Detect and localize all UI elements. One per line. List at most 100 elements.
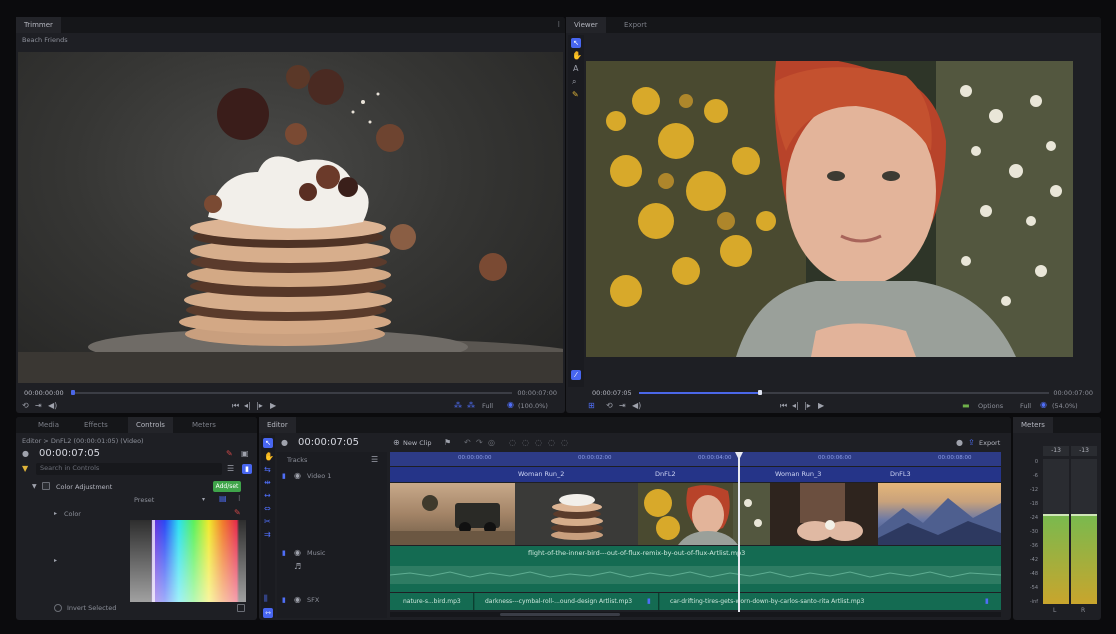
- editor-hand-tool-icon[interactable]: ✋: [264, 453, 274, 461]
- speaker-icon[interactable]: ◀): [48, 402, 57, 410]
- list-view-icon[interactable]: ☰: [227, 465, 234, 473]
- timeline-scrollbar[interactable]: [390, 612, 1001, 617]
- video-clip-title[interactable]: DnFL3: [890, 470, 911, 478]
- cluster-icon[interactable]: ⁂: [454, 402, 462, 410]
- editor-snap-icon[interactable]: ⫼: [264, 595, 268, 603]
- editor-slide-icon[interactable]: ⇔: [264, 505, 271, 513]
- tab-effects[interactable]: Effects: [76, 417, 116, 433]
- marker-icon[interactable]: ⚑: [444, 439, 451, 447]
- video-clip-thumbnail[interactable]: [770, 483, 878, 545]
- music-track-speaker-icon[interactable]: ◉: [294, 549, 301, 557]
- hand-tool-icon[interactable]: ✋: [572, 52, 582, 60]
- layout-icon[interactable]: ▣: [241, 450, 249, 458]
- pencil-red-icon[interactable]: ✎: [226, 450, 233, 458]
- grid-view-icon[interactable]: ▮: [242, 464, 252, 474]
- invert-radio[interactable]: [54, 604, 62, 612]
- viewer-step-back-icon[interactable]: ◂|: [792, 402, 799, 410]
- tracks-menu-icon[interactable]: ☰: [371, 456, 378, 464]
- video-clip-thumbnail[interactable]: [515, 483, 638, 545]
- skip-back-icon[interactable]: ⏮: [232, 402, 239, 410]
- video-clip-title[interactable]: Woman Run_2: [518, 470, 564, 478]
- trimmer-scrubber-handle[interactable]: [71, 390, 75, 395]
- viewer-loop-icon[interactable]: ⟲: [606, 402, 613, 410]
- tool-a-icon[interactable]: ◌: [509, 439, 516, 447]
- redo-icon[interactable]: ↷: [476, 439, 483, 447]
- tab-viewer[interactable]: Viewer: [566, 17, 606, 33]
- preset-save-icon[interactable]: ▤: [219, 495, 227, 503]
- new-clip-icon[interactable]: ⊕: [393, 439, 400, 447]
- editor-select-tool-icon[interactable]: ↖: [263, 438, 273, 448]
- video-clip-thumbnail[interactable]: [638, 483, 770, 545]
- magnifier-tool-icon[interactable]: ⌕: [572, 78, 576, 86]
- music-track-lock-icon[interactable]: ▮: [282, 549, 286, 557]
- timeline-scrollbar-thumb[interactable]: [500, 613, 620, 616]
- viewer-mark-icon[interactable]: ⇥: [619, 402, 626, 410]
- editor-ripple-icon[interactable]: ⇆: [264, 466, 271, 474]
- sfx-clip[interactable]: nature-s...bird.mp3: [390, 593, 474, 610]
- sfx-track-lock-icon[interactable]: ▮: [282, 596, 286, 604]
- viewer-step-forward-icon[interactable]: |▸: [804, 402, 811, 410]
- new-clip-button[interactable]: New Clip: [403, 439, 432, 447]
- tool-d-icon[interactable]: ◌: [548, 439, 555, 447]
- video-clip-thumbnail[interactable]: [878, 483, 1001, 545]
- sfx-track-speaker-icon[interactable]: ◉: [294, 596, 301, 604]
- playhead[interactable]: [738, 452, 740, 612]
- video-clip-title[interactable]: DnFL2: [655, 470, 676, 478]
- tool-e-icon[interactable]: ◌: [561, 439, 568, 447]
- video-track-eye-icon[interactable]: ◉: [294, 472, 301, 480]
- tab-media[interactable]: Media: [30, 417, 67, 433]
- viewer-quality-select[interactable]: Full: [1020, 402, 1031, 410]
- effect-expand-icon[interactable]: ▼: [32, 483, 37, 491]
- timeline-ruler[interactable]: 00:00:00:00 00:00:02:00 00:00:04:00 00:0…: [390, 452, 1001, 466]
- text-tool-icon[interactable]: A: [573, 65, 578, 73]
- help-icon[interactable]: ●: [956, 439, 963, 447]
- viewer-zoom-icon[interactable]: ◉: [1040, 401, 1047, 409]
- panel-menu-icon[interactable]: ⁝: [557, 21, 560, 29]
- mark-in-icon[interactable]: ⇥: [35, 402, 42, 410]
- clip-name-tab[interactable]: Beach Friends: [22, 36, 68, 44]
- video-track-lock-icon[interactable]: ▮: [282, 472, 286, 480]
- editor-razor-icon[interactable]: ✂: [264, 518, 271, 526]
- export-icon[interactable]: ⇪: [968, 439, 975, 447]
- select-tool-icon[interactable]: ↖: [571, 38, 581, 48]
- zoom-select[interactable]: (100.0%): [518, 402, 548, 410]
- invert-checkbox[interactable]: [237, 604, 245, 612]
- preset-dropdown-icon[interactable]: ▾: [202, 496, 205, 504]
- effect-checkbox[interactable]: [42, 482, 50, 490]
- tab-controls[interactable]: Controls: [128, 417, 173, 433]
- music-track-fx-icon[interactable]: ♬: [294, 563, 301, 571]
- viewer-skip-back-icon[interactable]: ⏮: [780, 402, 787, 410]
- step-back-icon[interactable]: ◂|: [244, 402, 251, 410]
- video-clip-thumbnail[interactable]: [390, 483, 515, 545]
- video-clip-title[interactable]: Woman Run_3: [775, 470, 821, 478]
- undo-icon[interactable]: ↶: [464, 439, 471, 447]
- editor-slip-icon[interactable]: ↔: [264, 492, 271, 500]
- loop-icon[interactable]: ⟲: [22, 402, 29, 410]
- music-clip[interactable]: flight-of-the-inner-bird---out-of-flux-r…: [390, 546, 1001, 592]
- editor-link-icon[interactable]: ⇿: [263, 608, 273, 618]
- editor-roll-icon[interactable]: ⇹: [264, 479, 271, 487]
- editor-track-select-icon[interactable]: ⇉: [264, 531, 271, 539]
- tab-trimmer[interactable]: Trimmer: [16, 17, 61, 33]
- pen-tool-icon[interactable]: ✎: [572, 91, 579, 99]
- viewer-expand-icon[interactable]: ⊞: [588, 402, 595, 410]
- viewer-options-button[interactable]: Options: [978, 402, 1003, 410]
- trimmer-scrubber-track[interactable]: [72, 392, 512, 394]
- color-picker-marker[interactable]: [152, 520, 155, 602]
- viewer-scrubber-handle[interactable]: [758, 390, 762, 395]
- tab-editor[interactable]: Editor: [259, 417, 296, 433]
- play-icon[interactable]: ▶: [270, 402, 276, 410]
- tool-c-icon[interactable]: ◌: [535, 439, 542, 447]
- line-tool-icon[interactable]: ⁄: [571, 370, 581, 380]
- tab-meters[interactable]: Meters: [1013, 417, 1053, 433]
- eyedropper-icon[interactable]: ✎: [234, 509, 241, 517]
- quality-select[interactable]: Full: [482, 402, 493, 410]
- viewer-play-icon[interactable]: ▶: [818, 402, 824, 410]
- controls-search[interactable]: Search in Controls: [36, 463, 222, 475]
- color-row-arrow-icon[interactable]: ▸: [54, 557, 57, 565]
- step-forward-icon[interactable]: |▸: [256, 402, 263, 410]
- add-set-button[interactable]: Add/set: [213, 481, 241, 492]
- snapshot-icon[interactable]: ◎: [488, 439, 495, 447]
- viewer-zoom-select[interactable]: (54.0%): [1052, 402, 1078, 410]
- tool-b-icon[interactable]: ◌: [522, 439, 529, 447]
